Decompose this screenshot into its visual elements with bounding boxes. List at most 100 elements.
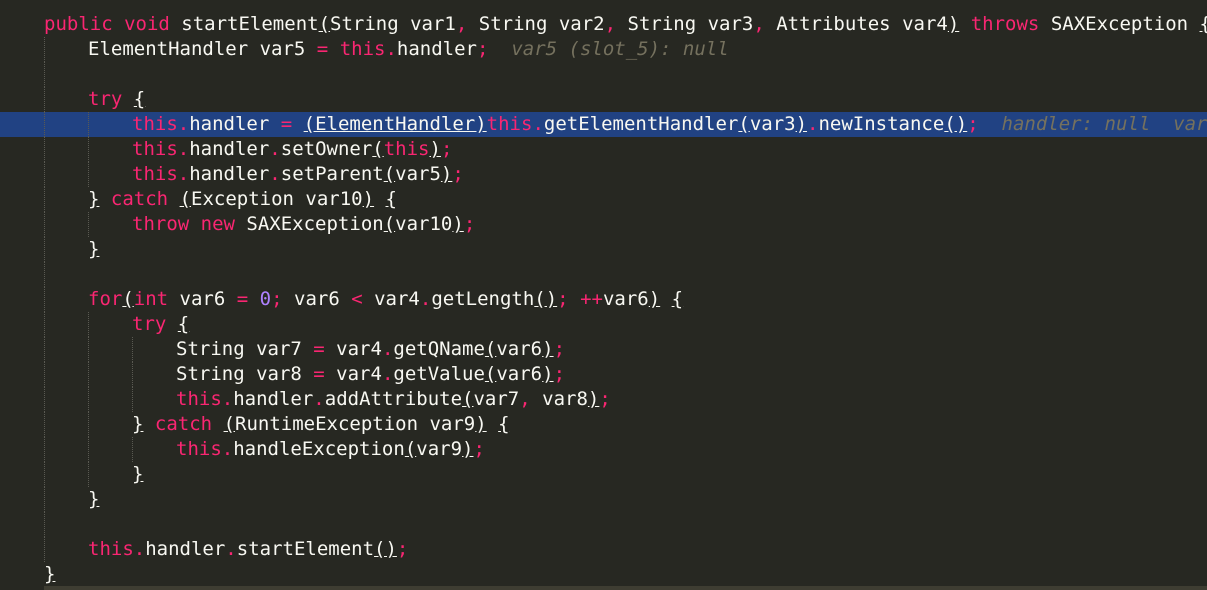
code-line[interactable]: try { <box>0 87 1207 112</box>
code-token: ) <box>648 288 661 310</box>
debug-inline-value: var5 (slot_5): null <box>488 38 729 60</box>
code-line[interactable] <box>0 512 1207 537</box>
code-token: { <box>498 413 510 435</box>
code-line-current[interactable]: this.handler = (ElementHandler)this.getE… <box>0 112 1207 137</box>
code-token: , <box>753 13 765 35</box>
code-token: new <box>200 213 235 235</box>
code-token: var6 <box>282 288 352 310</box>
code-token: getLength <box>431 288 535 310</box>
code-token: getQName <box>393 338 485 360</box>
code-token: setParent <box>280 163 384 185</box>
code-line[interactable]: } <box>0 487 1207 512</box>
code-text: } <box>88 487 99 512</box>
code-token: var9 <box>416 438 463 460</box>
code-line[interactable]: this.handleException(var9); <box>0 437 1207 462</box>
indent-guide <box>88 337 90 362</box>
code-line[interactable]: } <box>0 237 1207 262</box>
code-text: public void startElement(String var1, St… <box>44 12 1207 37</box>
code-token: ) <box>462 438 474 460</box>
code-token: = <box>236 288 249 310</box>
code-token: . <box>313 388 325 410</box>
code-line[interactable]: this.handler.startElement(); <box>0 537 1207 562</box>
code-token: ; <box>967 113 979 135</box>
code-token: var10 <box>395 213 453 235</box>
code-token: throw <box>132 213 190 235</box>
code-token: () <box>374 538 397 560</box>
code-token: ) <box>795 113 808 135</box>
code-token: this <box>132 163 178 185</box>
code-token: catch <box>154 413 213 435</box>
code-token: ; <box>440 138 453 160</box>
indent-guide <box>44 87 46 112</box>
code-token: . <box>532 113 544 135</box>
code-line[interactable]: ElementHandler var5 = this.handler; var5… <box>0 37 1207 62</box>
indent-guide <box>44 337 46 362</box>
code-line[interactable]: } <box>0 562 1207 587</box>
code-text: } <box>88 237 99 262</box>
code-line[interactable]: this.handler.setParent(var5); <box>0 162 1207 187</box>
code-token: handler <box>189 113 281 135</box>
indent-guide <box>44 387 46 412</box>
code-token: this <box>132 113 178 135</box>
horizontal-scrollbar[interactable] <box>44 586 1207 590</box>
code-token: ++ <box>580 288 603 310</box>
code-text: String var8 = var4.getValue(var6); <box>176 362 565 387</box>
code-token: ( <box>484 363 497 385</box>
code-token: ; <box>473 438 485 460</box>
code-token: . <box>225 538 237 560</box>
code-line[interactable] <box>0 62 1207 87</box>
code-token: . <box>419 288 432 310</box>
code-line[interactable]: this.handler.setOwner(this); <box>0 137 1207 162</box>
code-line[interactable]: this.handler.addAttribute(var7, var8); <box>0 387 1207 412</box>
code-line[interactable]: throw new SAXException(var10); <box>0 212 1207 237</box>
indent-guide <box>88 412 90 437</box>
code-line[interactable]: public void startElement(String var1, St… <box>0 12 1207 37</box>
code-token: . <box>221 388 234 410</box>
code-editor[interactable]: public void startElement(String var1, St… <box>0 0 1207 590</box>
indent-guide <box>88 362 90 387</box>
code-token: var3 <box>749 113 796 135</box>
code-token: for <box>88 288 123 310</box>
indent-guide <box>44 462 46 487</box>
code-token: var5 <box>395 163 441 185</box>
code-line[interactable]: } catch (Exception var10) { <box>0 187 1207 212</box>
code-line[interactable]: } catch (RuntimeException var9) { <box>0 412 1207 437</box>
indent-guide <box>44 137 46 162</box>
code-line[interactable]: try { <box>0 312 1207 337</box>
indent-guide <box>44 262 46 287</box>
code-line[interactable]: String var7 = var4.getQName(var6); <box>0 337 1207 362</box>
indent-guide <box>44 62 46 87</box>
code-line[interactable]: String var8 = var4.getValue(var6); <box>0 362 1207 387</box>
indent-guide <box>44 362 46 387</box>
code-line[interactable]: for(int var6 = 0; var6 < var4.getLength(… <box>0 287 1207 312</box>
code-token: handler <box>189 163 270 185</box>
code-token: String var7 <box>176 338 314 360</box>
indent-guide <box>44 512 46 537</box>
code-token: this <box>486 113 533 135</box>
code-token: setOwner <box>280 138 373 160</box>
code-line[interactable]: } <box>0 462 1207 487</box>
code-token: ; <box>271 288 283 310</box>
code-token: . <box>177 113 190 135</box>
indent-guide <box>88 437 90 462</box>
code-token: . <box>381 363 394 385</box>
code-token: ( <box>484 338 497 360</box>
code-token: ElementHandler var5 <box>88 38 317 60</box>
code-token: String var3 <box>616 13 754 35</box>
code-token: ; <box>557 288 569 310</box>
code-token: startElement <box>236 538 375 560</box>
code-text: this.handler = (ElementHandler)this.getE… <box>132 112 1207 137</box>
code-line[interactable] <box>0 262 1207 287</box>
indent-guide <box>44 537 46 562</box>
code-token: ; <box>396 538 409 560</box>
